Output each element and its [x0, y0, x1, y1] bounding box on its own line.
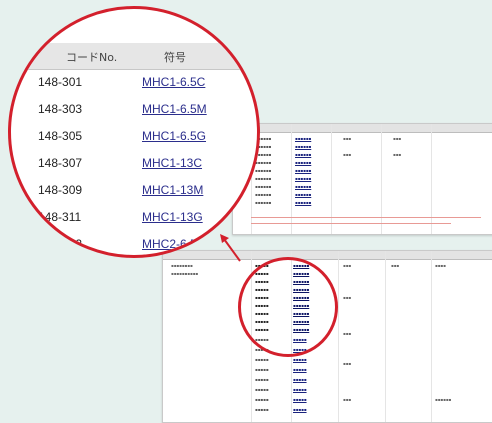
- highlight-circle: [238, 257, 338, 357]
- magnifier-header: [11, 43, 257, 70]
- symbol-link[interactable]: MHC1-6.5G: [142, 129, 206, 143]
- code-column-header: コードNo.: [66, 51, 118, 64]
- code-cell: 148-301: [38, 75, 83, 89]
- symbol-link[interactable]: MHC1-6.5C: [142, 75, 205, 89]
- code-cell: 148-311: [38, 210, 82, 224]
- symbol-link[interactable]: MHC1-13G: [142, 210, 203, 224]
- code-cell: 148-305: [38, 129, 83, 143]
- code-cell: 148-307: [38, 156, 83, 170]
- magnifier-circle: コードNo. 符号 148-301 MHC1-6.5C 148-303 MHC1…: [8, 6, 260, 258]
- symbol-column-header: 符号: [164, 51, 186, 64]
- symbol-link[interactable]: MHC1-6.5M: [142, 102, 207, 116]
- symbol-link[interactable]: MHC2-6.5C: [142, 237, 205, 251]
- symbol-link[interactable]: MHC1-13C: [142, 156, 202, 170]
- code-cell: 148-309: [38, 183, 83, 197]
- code-cell: 148-303: [38, 102, 83, 116]
- symbol-link[interactable]: MHC1-13M: [142, 183, 203, 197]
- code-cell: 148-302: [38, 237, 83, 251]
